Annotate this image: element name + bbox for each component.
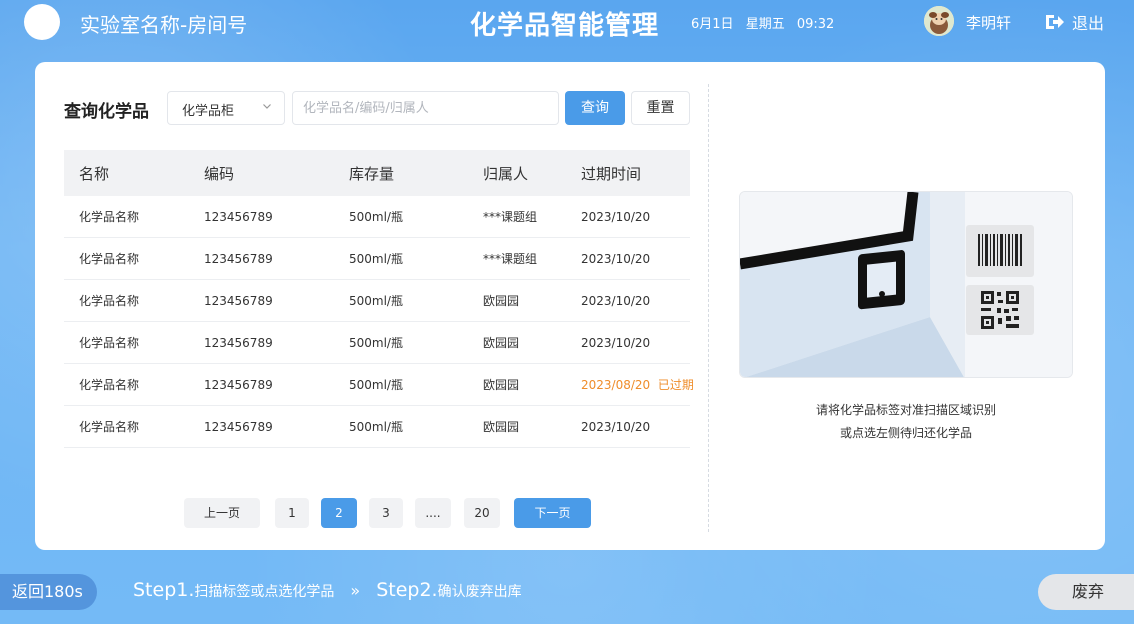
date: 6月1日 — [691, 17, 734, 32]
page-button-1[interactable]: 1 — [275, 498, 309, 528]
cell-stock: 500ml/瓶 — [349, 210, 403, 224]
cell-expiry: 2023/10/20 — [573, 252, 690, 266]
user-name[interactable]: 李明轩 — [966, 12, 1011, 33]
cell-stock: 500ml/瓶 — [349, 252, 403, 266]
cell-stock: 500ml/瓶 — [349, 336, 403, 350]
chemical-table: 名称 编码 库存量 归属人 过期时间 化学品名称 123456789 500ml… — [64, 150, 694, 448]
scan-hint-line-1: 请将化学品标签对准扫描区域识别 — [815, 403, 996, 417]
cell-name: 化学品名称 — [79, 336, 140, 350]
step1-number: Step1. — [133, 579, 195, 601]
cell-owner: 欧园园 — [483, 378, 520, 392]
time: 09:32 — [796, 17, 835, 32]
step-indicator: Step1. 扫描标签或点选化学品 » Step2. 确认废弃出库 — [133, 579, 522, 601]
chevron-down-icon — [263, 104, 271, 109]
lab-name: 实验室名称-房间号 — [80, 13, 248, 37]
cell-code: 123456789 — [204, 209, 273, 224]
logout-label: 退出 — [1072, 14, 1105, 33]
page-button-2-current[interactable]: 2 — [321, 498, 357, 528]
query-label: 查询化学品 — [64, 102, 149, 122]
table-row[interactable]: 化学品名称 123456789 500ml/瓶 ***课题组 2023/10/2… — [64, 196, 690, 238]
cell-stock: 500ml/瓶 — [349, 420, 403, 434]
user-avatar-icon — [924, 6, 954, 36]
search-input[interactable] — [292, 91, 559, 125]
next-page-button[interactable]: 下一页 — [514, 498, 591, 528]
expiry-date: 2023/10/20 — [581, 419, 651, 434]
cell-code: 123456789 — [204, 419, 273, 434]
column-header-owner: 归属人 — [483, 164, 529, 183]
table-row[interactable]: 化学品名称 123456789 500ml/瓶 欧园园 2023/10/20 — [64, 406, 690, 448]
expiry-date: 2023/10/20 — [581, 251, 651, 266]
logout-button[interactable]: 退出 — [1044, 10, 1104, 34]
cell-expiry: 2023/10/20 — [573, 210, 690, 224]
avatar[interactable] — [924, 6, 954, 36]
cell-code: 123456789 — [204, 377, 273, 392]
step2-text: 确认废弃出库 — [437, 584, 522, 600]
logout-icon — [1046, 15, 1064, 29]
table-row[interactable]: 化学品名称 123456789 500ml/瓶 欧园园 2023/08/20 已… — [64, 364, 694, 406]
cell-name: 化学品名称 — [79, 252, 140, 266]
scan-hint-line-2: 或点选左侧待归还化学品 — [839, 426, 972, 440]
page-ellipsis[interactable]: .... — [415, 498, 451, 528]
cell-owner: 欧园园 — [483, 336, 520, 350]
expiry-date: 2023/08/20 — [581, 378, 651, 392]
step1-text: 扫描标签或点选化学品 — [194, 584, 335, 600]
logo — [24, 4, 60, 40]
cell-owner: 欧园园 — [483, 294, 520, 308]
scan-device-icon — [740, 192, 1072, 377]
scanner-illustration — [739, 191, 1073, 378]
column-header-code: 编码 — [204, 164, 235, 183]
page-title: 化学品智能管理 — [470, 11, 660, 41]
cell-expiry: 2023/08/20 已过期 — [573, 376, 694, 393]
prev-page-button[interactable]: 上一页 — [184, 498, 260, 528]
reset-button[interactable]: 重置 — [631, 91, 690, 125]
table-row[interactable]: 化学品名称 123456789 500ml/瓶 ***课题组 2023/10/2… — [64, 238, 690, 280]
search-button[interactable]: 查询 — [565, 91, 625, 125]
page-button-3[interactable]: 3 — [369, 498, 403, 528]
expiry-date: 2023/10/20 — [581, 293, 651, 308]
cell-expiry: 2023/10/20 — [573, 336, 690, 350]
expired-badge: 已过期 — [657, 378, 694, 392]
page-button-20[interactable]: 20 — [464, 498, 500, 528]
cell-owner: 欧园园 — [483, 420, 520, 434]
column-header-name: 名称 — [79, 164, 110, 183]
table-header: 名称 编码 库存量 归属人 过期时间 — [64, 150, 690, 196]
column-header-stock: 库存量 — [349, 164, 395, 183]
column-header-expiry: 过期时间 — [581, 164, 642, 183]
cell-owner: ***课题组 — [483, 252, 538, 266]
datetime: 6月1日 星期五 09:32 — [691, 13, 842, 32]
cabinet-select[interactable]: 化学品柜 — [167, 91, 285, 125]
cell-expiry: 2023/10/20 — [573, 420, 690, 434]
discard-button[interactable]: 废弃 — [1038, 574, 1134, 610]
table-row[interactable]: 化学品名称 123456789 500ml/瓶 欧园园 2023/10/20 — [64, 280, 690, 322]
expiry-date: 2023/10/20 — [581, 335, 651, 350]
cell-stock: 500ml/瓶 — [349, 378, 403, 392]
header: 实验室名称-房间号 化学品智能管理 6月1日 星期五 09:32 李明轩 退出 — [0, 0, 1134, 44]
cell-expiry: 2023/10/20 — [573, 294, 690, 308]
table-row[interactable]: 化学品名称 123456789 500ml/瓶 欧园园 2023/10/20 — [64, 322, 690, 364]
step-separator: » — [350, 581, 361, 600]
step2-number: Step2. — [376, 579, 438, 601]
cell-stock: 500ml/瓶 — [349, 294, 403, 308]
expiry-date: 2023/10/20 — [581, 209, 651, 224]
cell-name: 化学品名称 — [79, 420, 140, 434]
cell-name: 化学品名称 — [79, 210, 140, 224]
cell-code: 123456789 — [204, 293, 273, 308]
cell-name: 化学品名称 — [79, 378, 140, 392]
cell-code: 123456789 — [204, 251, 273, 266]
cell-code: 123456789 — [204, 335, 273, 350]
cell-owner: ***课题组 — [483, 210, 538, 224]
weekday: 星期五 — [745, 17, 785, 32]
cell-name: 化学品名称 — [79, 294, 140, 308]
panel-divider — [708, 84, 709, 532]
cabinet-select-value: 化学品柜 — [182, 104, 235, 119]
back-button[interactable]: 返回180s — [0, 574, 97, 610]
